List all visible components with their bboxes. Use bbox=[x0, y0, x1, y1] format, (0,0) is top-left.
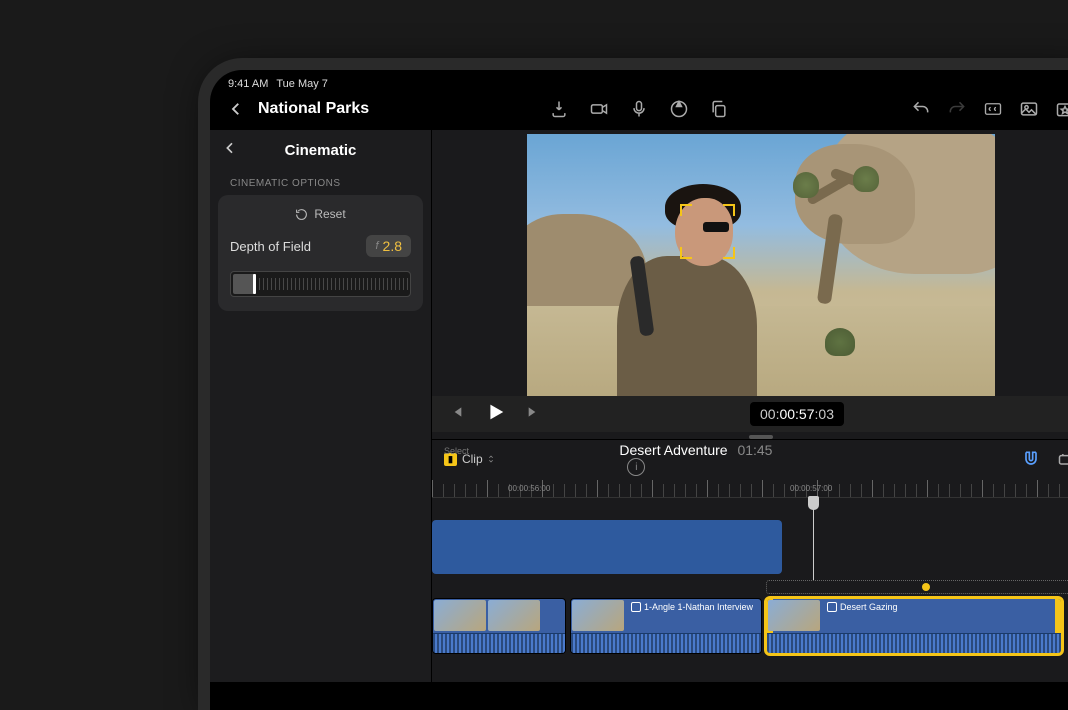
reset-label: Reset bbox=[314, 207, 345, 221]
project-title: National Parks bbox=[258, 100, 369, 118]
project-duration: 01:45 bbox=[737, 442, 772, 458]
clip-name: Desert Gazing bbox=[840, 602, 898, 612]
reset-button[interactable]: Reset bbox=[230, 205, 411, 229]
depth-value: 2.8 bbox=[383, 238, 402, 254]
select-mode-label: Select bbox=[444, 446, 469, 456]
depth-label: Depth of Field bbox=[230, 239, 311, 254]
project-bar: Select ▮ Clip Desert Adventure 01:45 i bbox=[432, 439, 1068, 480]
inspector-title: Cinematic bbox=[222, 142, 419, 159]
viewer-frame bbox=[527, 134, 995, 396]
top-nav: National Parks bbox=[210, 92, 1068, 130]
status-bar: 9:41 AM Tue May 7 bbox=[210, 70, 1068, 92]
focus-indicator[interactable] bbox=[680, 204, 735, 259]
back-button[interactable] bbox=[224, 97, 248, 121]
cc-icon[interactable] bbox=[982, 98, 1004, 120]
mic-icon[interactable] bbox=[628, 98, 650, 120]
play-button[interactable] bbox=[484, 401, 510, 427]
focus-points-track[interactable] bbox=[766, 580, 1068, 594]
f-stop-prefix: f bbox=[375, 240, 378, 252]
copy-icon[interactable] bbox=[708, 98, 730, 120]
focus-keyframe[interactable] bbox=[922, 583, 930, 591]
ipad-frame: 9:41 AM Tue May 7 National Parks bbox=[210, 70, 1068, 710]
depth-value-field[interactable]: f 2.8 bbox=[366, 235, 411, 257]
undo-icon[interactable] bbox=[910, 98, 932, 120]
video-clip[interactable] bbox=[432, 598, 566, 654]
angle-icon bbox=[631, 602, 641, 612]
redo-icon[interactable] bbox=[946, 98, 968, 120]
right-pane: 00:00:57:03 Select ▮ Clip Desert Adventu… bbox=[432, 130, 1068, 682]
timeline-tools-icon[interactable] bbox=[1056, 448, 1068, 470]
tracks-area: 1-Angle 1-Nathan Interview Desert Gazing bbox=[432, 498, 1068, 580]
clip-name: 1-Angle 1-Nathan Interview bbox=[644, 602, 753, 612]
timecode-display[interactable]: 00:00:57:03 bbox=[750, 402, 844, 426]
main-area: Cinematic CINEMATIC OPTIONS Reset Depth … bbox=[210, 130, 1068, 682]
inspector-panel: Cinematic CINEMATIC OPTIONS Reset Depth … bbox=[210, 130, 432, 682]
status-time: 9:41 AM bbox=[228, 78, 268, 90]
photo-icon[interactable] bbox=[1018, 98, 1040, 120]
import-icon[interactable] bbox=[548, 98, 570, 120]
toolbar-center bbox=[548, 98, 730, 120]
ruler-label: 00:00:57:00 bbox=[790, 484, 832, 493]
cinematic-panel: Reset Depth of Field f 2.8 bbox=[218, 195, 423, 311]
camera-icon[interactable] bbox=[588, 98, 610, 120]
toolbar-right bbox=[910, 98, 1068, 120]
prev-frame-button[interactable] bbox=[448, 404, 468, 424]
ruler-label: 00:00:56:00 bbox=[508, 484, 550, 493]
info-icon[interactable]: i bbox=[627, 458, 645, 476]
video-clip-selected[interactable]: Desert Gazing bbox=[766, 598, 1062, 654]
marker-icon[interactable] bbox=[668, 98, 690, 120]
tc-suffix: :03 bbox=[815, 406, 834, 422]
effect-clip[interactable] bbox=[432, 520, 782, 574]
tc-mid: 00:57 bbox=[779, 406, 814, 422]
project-name[interactable]: Desert Adventure 01:45 i bbox=[619, 442, 772, 476]
cinematic-icon bbox=[827, 602, 837, 612]
viewer[interactable] bbox=[432, 130, 1068, 396]
time-ruler[interactable]: 00:00:56:00 00:00:57:00 bbox=[432, 480, 1068, 498]
tc-prefix: 00: bbox=[760, 406, 779, 422]
timeline[interactable]: 00:00:56:00 00:00:57:00 bbox=[432, 480, 1068, 682]
depth-slider[interactable] bbox=[230, 271, 411, 297]
next-frame-button[interactable] bbox=[526, 404, 546, 424]
favorite-icon[interactable] bbox=[1054, 98, 1068, 120]
status-date: Tue May 7 bbox=[276, 78, 328, 90]
chevron-updown-icon bbox=[486, 454, 496, 464]
playhead[interactable] bbox=[813, 498, 814, 580]
section-label: CINEMATIC OPTIONS bbox=[210, 168, 431, 195]
transport-bar: 00:00:57:03 bbox=[432, 396, 1068, 432]
magnetic-icon[interactable] bbox=[1020, 448, 1042, 470]
video-clip[interactable]: 1-Angle 1-Nathan Interview bbox=[570, 598, 762, 654]
